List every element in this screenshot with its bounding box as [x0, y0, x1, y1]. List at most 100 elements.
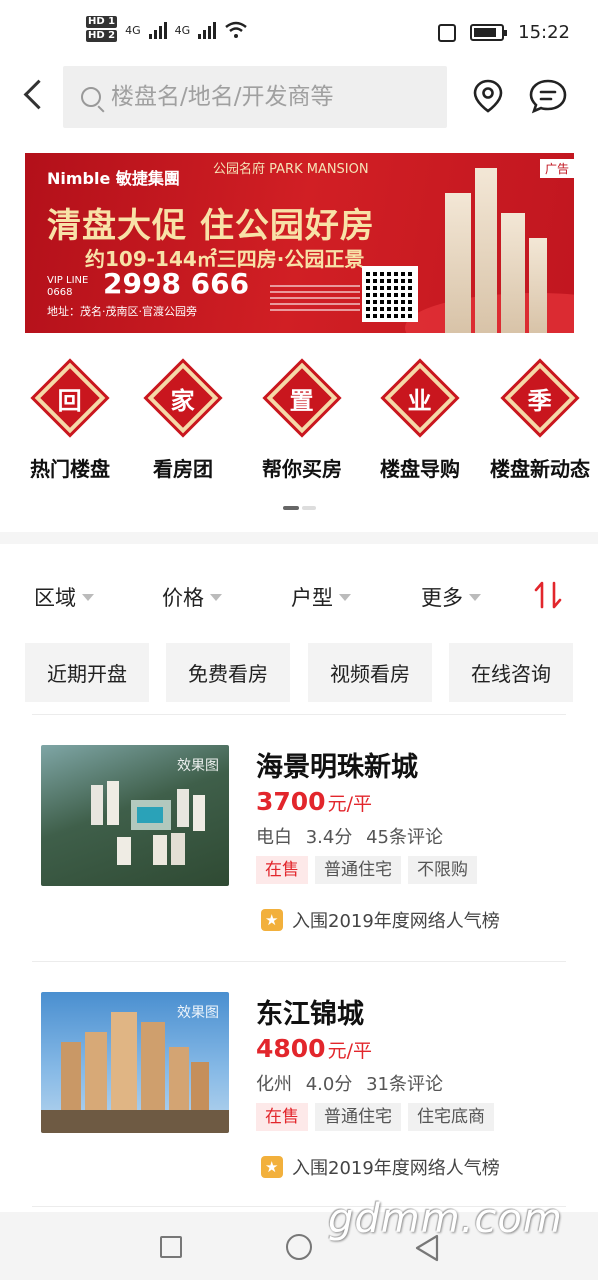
banner-project: 公园名府 PARK MANSION: [213, 162, 369, 177]
filter-layout[interactable]: 户型: [291, 582, 351, 612]
tag-online-consult[interactable]: 在线咨询: [449, 643, 573, 702]
hd-indicator: HD 1 HD 2: [86, 16, 118, 44]
quick-tags: 近期开盘 免费看房 视频看房 在线咨询: [25, 643, 575, 703]
listing-meta: 电白 3.4分 45条评论: [256, 823, 451, 849]
listing-item[interactable]: 效果图 东江锦城 4800 元/平 化州 4.0分 31条评论 在售 普通住宅 住…: [0, 992, 598, 1222]
listing-price: 4800 元/平: [256, 1034, 372, 1063]
banner-headline: 清盘大促 住公园好房: [47, 206, 375, 246]
divider: [32, 961, 566, 962]
category-icon: 回: [34, 362, 106, 434]
wifi-icon: [225, 21, 247, 38]
policy-badge: 住宅底商: [408, 1103, 494, 1131]
rank-label: 入围2019年度网络人气榜: [292, 911, 500, 932]
category-buy-help[interactable]: 置 帮你买房: [247, 360, 357, 482]
star-icon: [261, 909, 283, 931]
category-label: 楼盘新动态: [490, 457, 590, 481]
listing-image[interactable]: 效果图: [41, 992, 229, 1133]
filter-bar: 区域 价格 户型 更多: [0, 560, 598, 630]
building-illustration: [529, 238, 547, 333]
search-bar[interactable]: [63, 66, 447, 128]
listing-name[interactable]: 东江锦城: [256, 992, 364, 1031]
building-illustration: [475, 168, 497, 333]
back-button[interactable]: [18, 76, 52, 116]
hd2-label: HD 2: [86, 30, 118, 42]
hd1-label: HD 1: [86, 16, 118, 28]
listing-rank[interactable]: 入围2019年度网络人气榜: [261, 907, 500, 933]
category-row: 回 热门楼盘 家 看房团 置 帮你买房 业 楼盘导购 季 楼盘新动态: [0, 360, 598, 490]
image-watermark-label: 效果图: [177, 1005, 219, 1021]
battery-icon: [470, 24, 508, 41]
rank-label: 入围2019年度网络人气榜: [292, 1158, 500, 1179]
category-tour-group[interactable]: 家 看房团: [128, 360, 238, 482]
category-icon: 家: [147, 362, 219, 434]
vibrate-icon: [438, 23, 457, 42]
status-badge: 在售: [256, 1103, 308, 1131]
listing-score: 3.4分: [305, 827, 353, 848]
status-left: HD 1 HD 2 4G 4G: [86, 16, 248, 44]
dropdown-arrow-icon: [469, 593, 481, 601]
listing-name[interactable]: 海景明珠新城: [256, 745, 418, 784]
listing-chips: 在售 普通住宅 不限购: [256, 856, 477, 884]
top-header: [0, 64, 598, 130]
listing-district: 化州: [256, 1074, 292, 1095]
type-badge: 普通住宅: [315, 856, 401, 884]
message-icon[interactable]: [528, 78, 568, 114]
category-hot-listings[interactable]: 回 热门楼盘: [15, 360, 125, 482]
category-label: 热门楼盘: [30, 457, 110, 481]
listing-price: 3700 元/平: [256, 787, 372, 816]
location-icon[interactable]: [470, 78, 506, 114]
network-label-1: 4G: [125, 23, 141, 37]
clock: 15:22: [518, 22, 570, 43]
banner-brand: Nimble 敏捷集團: [47, 169, 180, 188]
home-icon[interactable]: [286, 1234, 312, 1260]
category-label: 帮你买房: [262, 457, 342, 481]
qr-code: [362, 266, 418, 322]
tag-recent-open[interactable]: 近期开盘: [25, 643, 149, 702]
policy-badge: 不限购: [408, 856, 477, 884]
search-input[interactable]: [111, 84, 431, 110]
tag-free-viewing[interactable]: 免费看房: [166, 643, 290, 702]
dropdown-arrow-icon: [210, 593, 222, 601]
search-icon: [81, 87, 101, 107]
recent-apps-icon[interactable]: [160, 1236, 182, 1258]
listing-reviews: 45条评论: [366, 827, 444, 848]
type-badge: 普通住宅: [315, 1103, 401, 1131]
banner-address: 地址：茂名·茂南区·官渡公园旁: [47, 305, 197, 318]
star-icon: [261, 1156, 283, 1178]
listing-chips: 在售 普通住宅 住宅底商: [256, 1103, 494, 1131]
network-label-2: 4G: [174, 23, 191, 37]
filter-price[interactable]: 价格: [162, 582, 222, 612]
banner-hotline-tag: VIP LINE 0668: [47, 275, 89, 298]
filter-area[interactable]: 区域: [34, 582, 94, 612]
ad-label: 广告: [539, 159, 574, 178]
status-badge: 在售: [256, 856, 308, 884]
tag-video-viewing[interactable]: 视频看房: [308, 643, 432, 702]
building-illustration: [445, 193, 471, 333]
building-illustration: [501, 213, 525, 333]
signal-icon: [148, 21, 167, 39]
image-watermark-label: 效果图: [177, 758, 219, 774]
listing-reviews: 31条评论: [366, 1074, 444, 1095]
status-right: 15:22: [438, 22, 570, 43]
status-bar: HD 1 HD 2 4G 4G 15:22: [0, 0, 598, 62]
site-watermark: gdmm.com: [328, 1196, 563, 1242]
category-news[interactable]: 季 楼盘新动态: [482, 360, 598, 482]
category-icon: 业: [384, 362, 456, 434]
category-label: 看房团: [153, 457, 213, 481]
listing-item[interactable]: 效果图 海景明珠新城 3700 元/平 电白 3.4分 45条评论 在售 普通住宅…: [0, 745, 598, 975]
filter-more[interactable]: 更多: [421, 582, 481, 612]
listing-district: 电白: [256, 827, 292, 848]
promo-banner[interactable]: 广告 Nimble 敏捷集團 公园名府 PARK MANSION 清盘大促 住公…: [25, 153, 574, 333]
sort-icon[interactable]: [532, 580, 564, 610]
listing-meta: 化州 4.0分 31条评论: [256, 1070, 451, 1096]
listing-score: 4.0分: [305, 1074, 353, 1095]
banner-phone: 2998 666: [103, 267, 250, 300]
divider: [32, 714, 566, 715]
carousel-pager: [283, 506, 317, 510]
category-label: 楼盘导购: [380, 457, 460, 481]
category-icon: 季: [504, 362, 576, 434]
listing-rank[interactable]: 入围2019年度网络人气榜: [261, 1154, 500, 1180]
listing-image[interactable]: 效果图: [41, 745, 229, 886]
category-guide[interactable]: 业 楼盘导购: [365, 360, 475, 482]
dropdown-arrow-icon: [82, 593, 94, 601]
